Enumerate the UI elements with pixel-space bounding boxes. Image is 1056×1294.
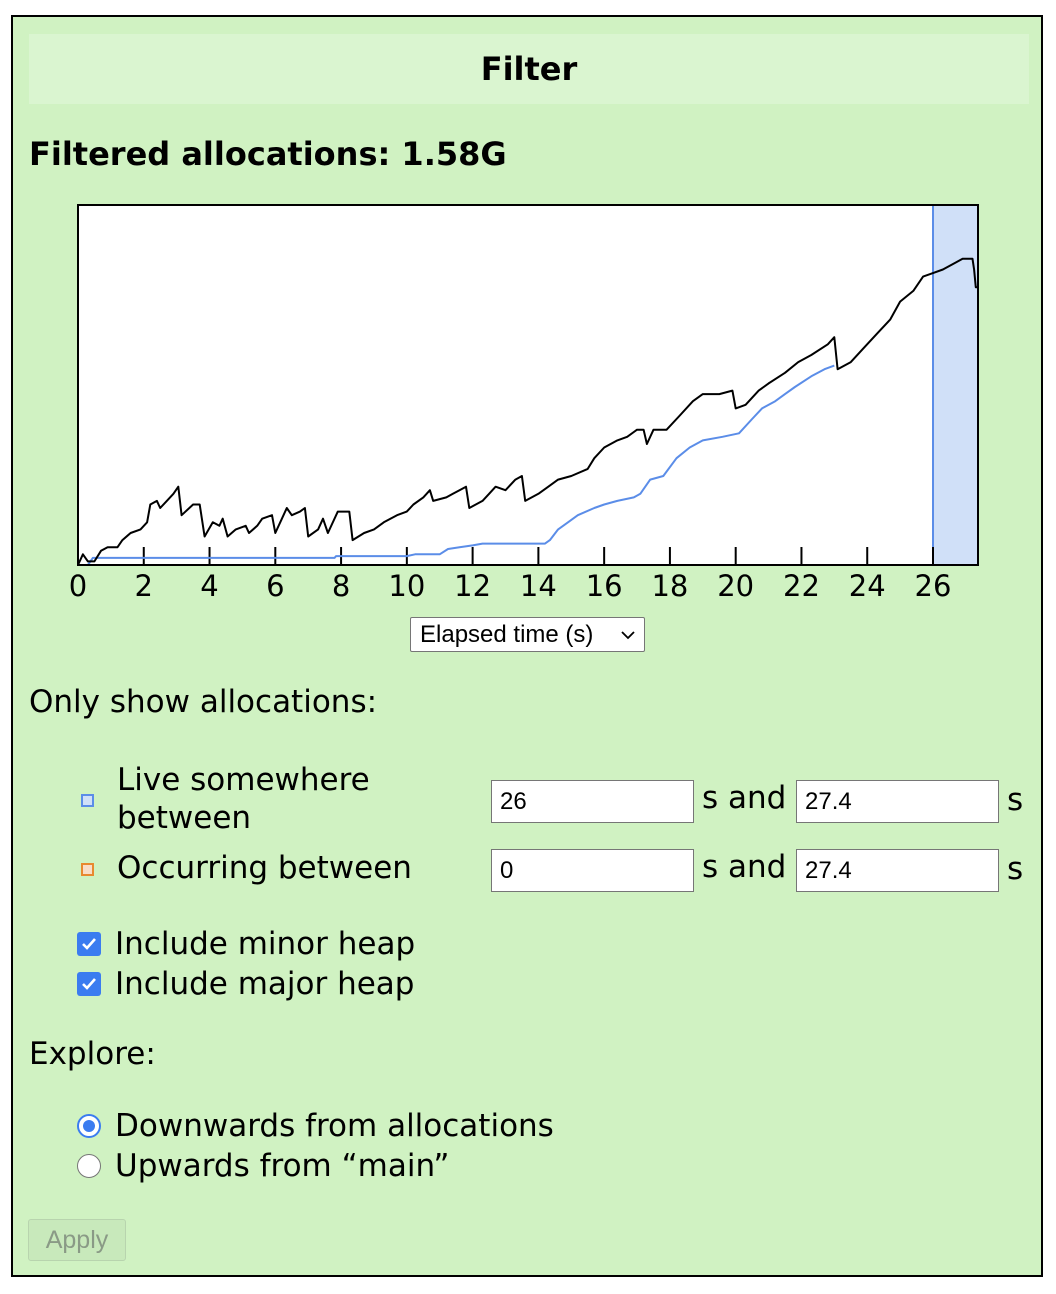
x-axis-mode-value: Elapsed time (s): [420, 620, 594, 648]
chevron-down-icon: [621, 631, 635, 640]
checkmark-icon: [82, 938, 96, 950]
x-tick-label: 16: [586, 569, 623, 603]
x-tick-label: 2: [135, 569, 153, 603]
x-tick-label: 10: [388, 569, 425, 603]
x-tick-label: 14: [520, 569, 557, 603]
x-axis-tick-labels: 0 2 4 6 8 10 12 14 16 18 20 22 24 26: [69, 569, 952, 603]
x-tick-label: 18: [651, 569, 688, 603]
plot-area: [78, 205, 978, 565]
explore-heading: Explore:: [29, 1036, 156, 1072]
live-legend-swatch: [81, 794, 94, 807]
x-tick-label: 24: [849, 569, 886, 603]
apply-button[interactable]: Apply: [28, 1219, 126, 1261]
x-tick-label: 0: [69, 569, 87, 603]
x-tick-label: 4: [200, 569, 218, 603]
x-tick-label: 22: [783, 569, 820, 603]
live-and-text: s and: [702, 780, 787, 816]
live-unit-text: s: [1007, 782, 1024, 818]
explore-downwards-radio[interactable]: [77, 1114, 101, 1138]
x-tick-label: 6: [266, 569, 284, 603]
x-axis-mode-select[interactable]: Elapsed time (s): [410, 617, 645, 652]
live-label-line1: Live somewhere: [117, 762, 370, 798]
live-from-input[interactable]: 26: [491, 780, 694, 823]
checkmark-icon: [82, 978, 96, 990]
include-minor-heap-checkbox[interactable]: [77, 932, 101, 956]
explore-upwards-radio[interactable]: [77, 1154, 101, 1178]
occurring-and-text: s and: [702, 849, 787, 885]
occurring-from-input[interactable]: 0: [491, 849, 694, 892]
occurring-unit-text: s: [1007, 851, 1024, 887]
x-tick-label: 20: [717, 569, 754, 603]
occurring-to-input[interactable]: 27.4: [796, 849, 999, 892]
x-tick-label: 12: [454, 569, 491, 603]
include-minor-heap-label[interactable]: Include minor heap: [115, 926, 415, 962]
x-tick-label: 26: [915, 569, 952, 603]
include-major-heap-label[interactable]: Include major heap: [115, 966, 414, 1002]
x-tick-label: 8: [332, 569, 350, 603]
explore-upwards-label[interactable]: Upwards from “main”: [115, 1148, 449, 1184]
occurring-between-label: Occurring between: [117, 850, 412, 886]
only-show-heading: Only show allocations:: [29, 684, 378, 720]
live-label-line2: between: [117, 800, 252, 836]
include-major-heap-checkbox[interactable]: [77, 972, 101, 996]
explore-downwards-label[interactable]: Downwards from allocations: [115, 1108, 554, 1144]
live-to-input[interactable]: 27.4: [796, 780, 999, 823]
live-between-label: Live somewhere between: [117, 761, 370, 837]
occurring-legend-swatch: [81, 863, 94, 876]
allocations-chart[interactable]: 0 2 4 6 8 10 12 14 16 18 20 22 24 26: [0, 0, 1056, 610]
